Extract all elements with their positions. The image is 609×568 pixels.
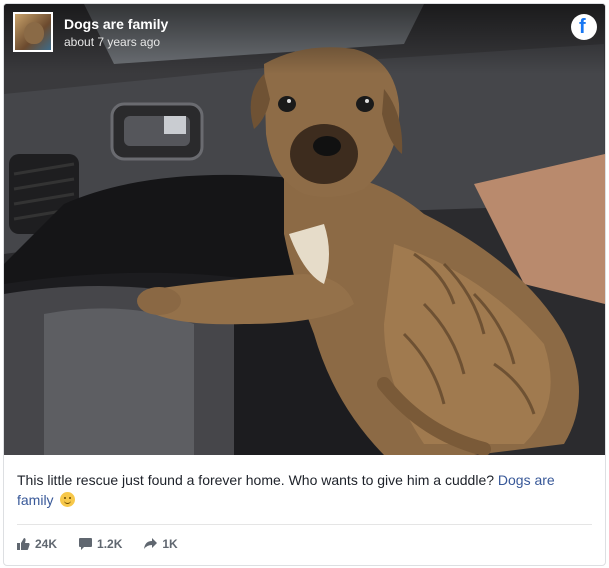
engagement-stats: 24K 1.2K 1K	[17, 537, 178, 551]
share-arrow-icon	[144, 538, 158, 549]
comments-stat[interactable]: 1.2K	[79, 537, 122, 551]
post-caption: This little rescue just found a forever …	[17, 470, 577, 510]
smiling-face-emoji-icon	[60, 492, 76, 507]
divider	[17, 524, 592, 525]
post-photo[interactable]: Dogs are family about 7 years ago f	[4, 4, 605, 455]
likes-stat[interactable]: 24K	[17, 537, 57, 551]
page-name[interactable]: Dogs are family	[64, 16, 168, 32]
post-timestamp[interactable]: about 7 years ago	[64, 35, 160, 49]
shares-stat[interactable]: 1K	[144, 537, 178, 551]
page-avatar[interactable]	[13, 12, 53, 52]
comments-count: 1.2K	[97, 537, 123, 551]
likes-count: 24K	[35, 537, 58, 551]
post-card: Dogs are family about 7 years ago f This…	[3, 3, 606, 566]
facebook-icon[interactable]: f	[571, 14, 597, 40]
thumbs-up-icon	[17, 538, 30, 550]
comment-bubble-icon	[79, 538, 93, 550]
shares-count: 1K	[162, 537, 178, 551]
caption-text: This little rescue just found a forever …	[17, 472, 498, 488]
